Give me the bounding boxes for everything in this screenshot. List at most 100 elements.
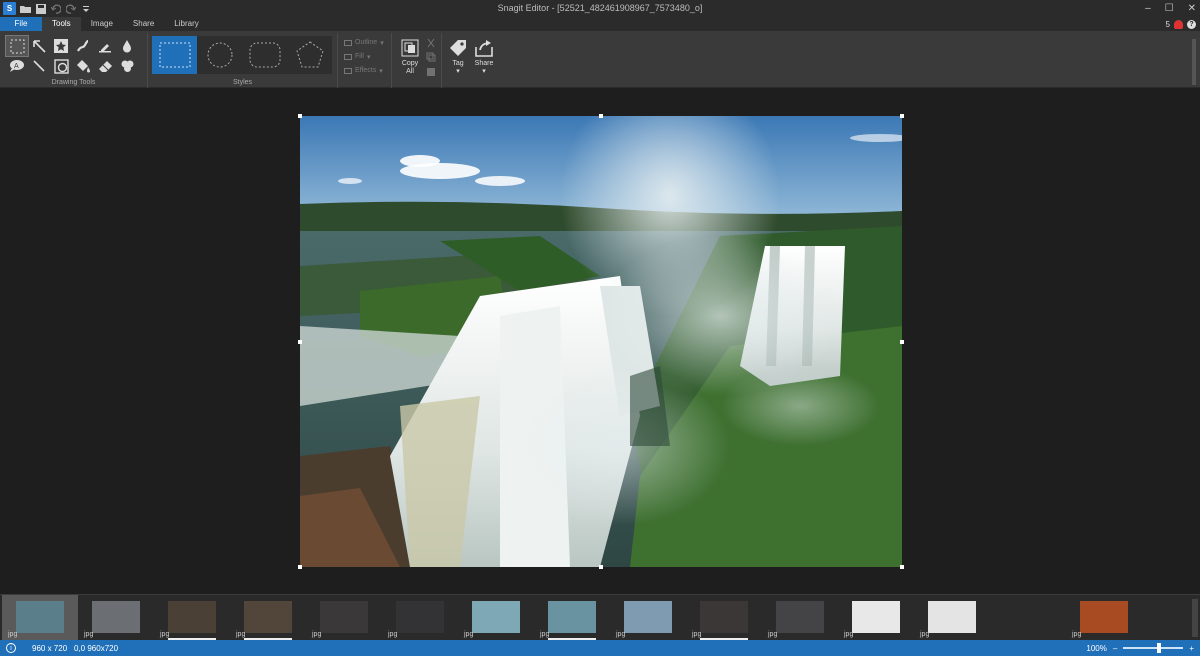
effects-dropdown[interactable]: Effects ▾ <box>344 65 384 76</box>
zoom-in-button[interactable]: + <box>1189 644 1194 653</box>
menu-bar: File Tools Image Share Library 5 ? <box>0 17 1200 31</box>
share-icon <box>474 38 494 58</box>
close-button[interactable]: ✕ <box>1188 3 1196 14</box>
share-button[interactable]: Share ▾ <box>474 38 494 76</box>
style-polygon-dashed[interactable] <box>287 36 332 74</box>
tray-scrollbar[interactable] <box>1192 599 1198 637</box>
thumbnail-image <box>16 601 64 633</box>
pen-tool-icon[interactable] <box>72 36 94 56</box>
resize-handle-bottom-right[interactable] <box>900 565 904 569</box>
shape-tool-icon[interactable] <box>50 56 72 76</box>
title-bar: S Snagit Editor - [52521_482461908967_75… <box>0 0 1200 17</box>
zoom-out-button[interactable]: – <box>1113 644 1117 653</box>
thumbnail-ext: jpg <box>844 631 854 638</box>
status-bar: i 960 x 720 0,0 960x720 100% – + <box>0 640 1200 656</box>
style-ellipse-dashed[interactable] <box>197 36 242 74</box>
image-dimensions: 960 x 720 <box>32 643 68 653</box>
tab-image[interactable]: Image <box>81 17 123 31</box>
style-rounded-rect-dashed[interactable] <box>242 36 287 74</box>
help-icon[interactable]: ? <box>1187 19 1196 29</box>
ribbon-scrollbar[interactable] <box>1192 39 1196 85</box>
paste-icon[interactable] <box>426 66 436 76</box>
tray-thumbnail[interactable]: jpg <box>914 595 990 641</box>
fill-tool-icon[interactable] <box>72 56 94 76</box>
outline-dropdown[interactable]: Outline ▾ <box>344 37 384 48</box>
outline-icon <box>344 39 352 46</box>
tray-thumbnail[interactable]: jpg <box>762 595 838 641</box>
resize-handle-top[interactable] <box>599 114 603 118</box>
styles-group: Styles <box>148 33 338 88</box>
tray-thumbnail[interactable]: jpg <box>838 595 914 641</box>
resize-handle-bottom-left[interactable] <box>298 565 302 569</box>
tray-thumbnail[interactable]: jpg <box>534 595 610 641</box>
open-folder-icon[interactable] <box>20 3 31 14</box>
thumbnail-image <box>776 601 824 633</box>
thumbnail-image <box>396 601 444 633</box>
tray-thumbnail[interactable]: jpg <box>306 595 382 641</box>
tag-share-group: Tag ▾ Share ▾ <box>442 33 502 88</box>
quick-access-toolbar: S <box>0 0 91 17</box>
clipboard-group: Copy All <box>392 33 442 88</box>
tag-button[interactable]: Tag ▾ <box>448 38 468 76</box>
tray-thumbnail[interactable]: jpg <box>382 595 458 641</box>
tab-library[interactable]: Library <box>164 17 208 31</box>
copy-all-button[interactable]: Copy All <box>398 38 422 76</box>
effects-icon <box>344 67 352 74</box>
resize-handle-top-left[interactable] <box>298 114 302 118</box>
selection-tool-icon[interactable] <box>5 35 29 57</box>
redo-icon[interactable] <box>65 3 76 14</box>
bell-icon[interactable] <box>1174 19 1183 29</box>
thumbnail-ext: jpg <box>920 631 930 638</box>
tray-thumbnail[interactable]: jpg <box>610 595 686 641</box>
tab-file[interactable]: File <box>0 17 42 31</box>
customize-toolbar-icon[interactable] <box>80 3 91 14</box>
thumbnail-image <box>1080 601 1128 633</box>
tray-thumbnail[interactable]: jpg <box>230 595 306 641</box>
style-rectangle-dashed[interactable] <box>152 36 197 74</box>
tray-thumbnail[interactable]: jpg <box>458 595 534 641</box>
tab-tools[interactable]: Tools <box>42 17 81 31</box>
line-tool-icon[interactable] <box>28 56 50 76</box>
zoom-slider-thumb[interactable] <box>1157 643 1162 653</box>
copy-all-icon <box>400 38 420 58</box>
waterfall-image[interactable] <box>300 116 902 567</box>
tray-thumbnail[interactable]: jpg <box>686 595 762 641</box>
blur-tool-icon[interactable] <box>116 36 138 56</box>
resize-handle-bottom[interactable] <box>599 565 603 569</box>
clipboard-side-actions <box>426 38 436 76</box>
thumbnail-image <box>852 601 900 633</box>
save-icon[interactable] <box>35 3 46 14</box>
styles-gallery <box>152 36 332 74</box>
fill-dropdown[interactable]: Fill ▾ <box>344 51 384 62</box>
resize-handle-top-right[interactable] <box>900 114 904 118</box>
tray-thumbnail[interactable]: jpg <box>78 595 154 641</box>
info-icon[interactable]: i <box>6 643 16 653</box>
thumbnail-image <box>548 601 596 633</box>
resize-handle-right[interactable] <box>900 340 904 344</box>
eraser-tool-icon[interactable] <box>94 56 116 76</box>
undo-icon[interactable] <box>50 3 61 14</box>
minimize-button[interactable]: – <box>1145 3 1151 14</box>
copy-icon[interactable] <box>426 52 436 62</box>
tray-thumbnail[interactable]: jpg <box>154 595 230 641</box>
styles-label: Styles <box>232 79 253 86</box>
cut-icon[interactable] <box>426 38 436 48</box>
svg-text:A: A <box>14 63 19 70</box>
callout-tool-icon[interactable]: A <box>6 56 28 76</box>
tray-thumbnail[interactable]: jpg <box>1066 595 1142 641</box>
arrow-tool-icon[interactable] <box>28 36 50 56</box>
resize-handle-left[interactable] <box>298 340 302 344</box>
editor-canvas[interactable] <box>2 89 1198 594</box>
thumbnail-image <box>244 601 292 633</box>
drawing-tools-label: Drawing Tools <box>51 79 96 86</box>
magic-wand-tool-icon[interactable] <box>116 56 138 76</box>
snagit-logo[interactable]: S <box>3 2 16 15</box>
window-title: Snagit Editor - [52521_482461908967_7573… <box>497 3 703 13</box>
tab-share[interactable]: Share <box>123 17 164 31</box>
stamp-tool-icon[interactable] <box>50 36 72 56</box>
tray-thumbnail[interactable]: jpg <box>2 595 78 641</box>
highlighter-tool-icon[interactable] <box>94 36 116 56</box>
maximize-button[interactable]: ☐ <box>1165 3 1174 14</box>
zoom-slider[interactable] <box>1123 643 1184 653</box>
zoom-level: 100% <box>1086 643 1107 653</box>
